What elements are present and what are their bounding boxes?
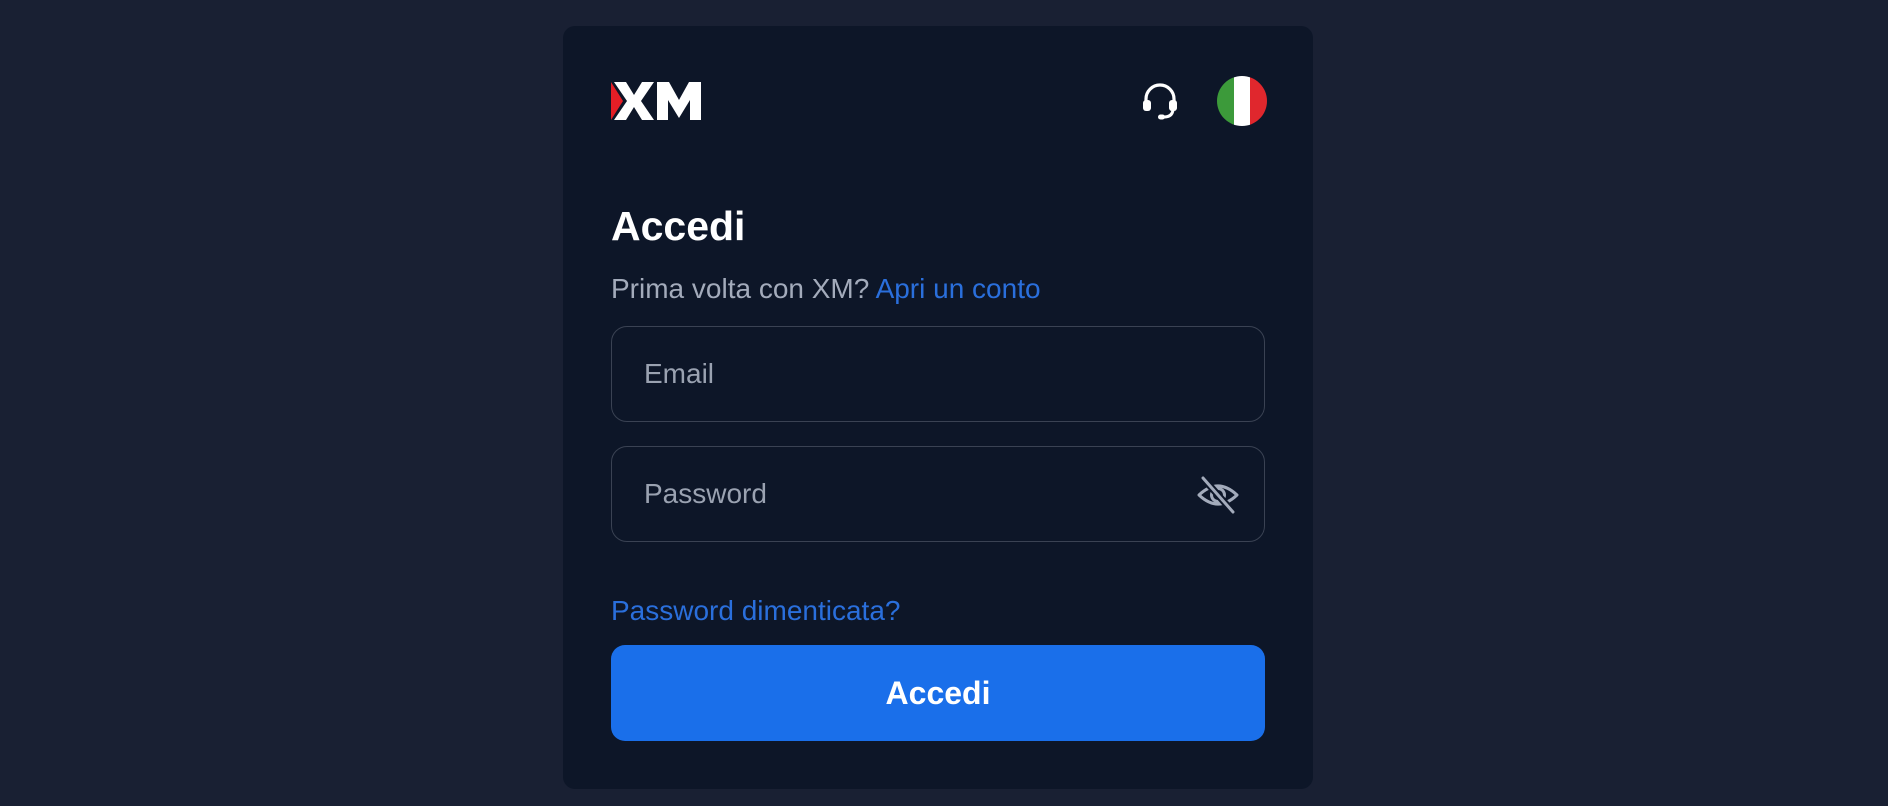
page-title: Accedi xyxy=(611,203,746,249)
email-field xyxy=(611,326,1265,422)
xm-logo xyxy=(611,80,711,122)
password-field xyxy=(611,446,1265,542)
password-input[interactable] xyxy=(644,447,1164,541)
open-account-link[interactable]: Apri un conto xyxy=(876,273,1041,304)
italy-flag-icon xyxy=(1217,76,1267,126)
toggle-password-visibility-button[interactable] xyxy=(1194,471,1242,519)
login-submit-button[interactable]: Accedi xyxy=(611,645,1265,741)
forgot-password-link[interactable]: Password dimenticata? xyxy=(611,591,900,631)
support-button[interactable] xyxy=(1137,78,1183,124)
language-selector-button[interactable] xyxy=(1217,76,1267,126)
signup-prompt-text: Prima volta con XM? xyxy=(611,273,870,304)
headset-icon xyxy=(1143,83,1177,120)
login-card: Accedi Prima volta con XM? Apri un conto… xyxy=(563,26,1313,789)
signup-prompt: Prima volta con XM? Apri un conto xyxy=(611,269,1041,309)
eye-off-icon xyxy=(1197,474,1239,516)
xm-logo-icon xyxy=(611,82,701,120)
email-input[interactable] xyxy=(644,327,1164,421)
